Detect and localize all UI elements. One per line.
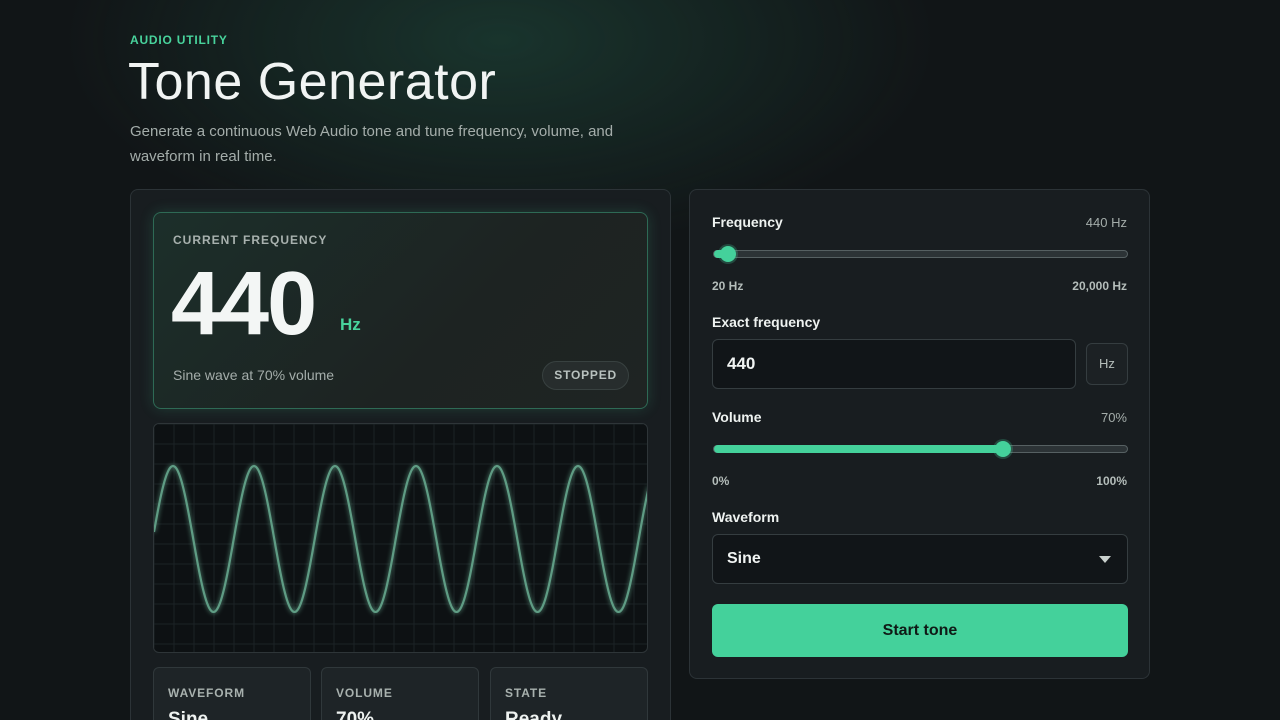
display-panel: CURRENT FREQUENCY 440 Hz Sine wave at 70… (130, 189, 671, 720)
page-eyebrow: AUDIO UTILITY (130, 33, 228, 47)
volume-slider-thumb[interactable] (995, 441, 1012, 457)
exact-frequency-unit: Hz (1086, 343, 1128, 385)
status-badge: STOPPED (542, 361, 629, 390)
volume-min-label: 0% (712, 474, 730, 488)
exact-frequency-input[interactable] (712, 339, 1076, 389)
page-subtitle: Generate a continuous Web Audio tone and… (130, 123, 614, 165)
volume-slider[interactable] (713, 441, 1128, 457)
frequency-slider[interactable] (713, 246, 1128, 262)
frequency-card: CURRENT FREQUENCY 440 Hz Sine wave at 70… (153, 212, 648, 409)
frequency-card-label: CURRENT FREQUENCY (173, 233, 328, 247)
stat-card-volume: VOLUME 70% (321, 667, 479, 720)
oscilloscope-grid (154, 424, 647, 652)
stat-label: STATE (505, 686, 548, 700)
start-tone-button[interactable]: Start tone (712, 604, 1128, 657)
page-title: Tone Generator (128, 53, 497, 111)
volume-max-label: 100% (1096, 474, 1127, 488)
waveform-select-value: Sine (727, 550, 761, 567)
stat-label: WAVEFORM (168, 686, 245, 700)
stat-value: Sine (168, 709, 209, 720)
stat-card-waveform: WAVEFORM Sine (153, 667, 311, 720)
stat-value: 70% (336, 709, 375, 720)
controls-panel: Frequency 440 Hz 20 Hz 20,000 Hz Exact f… (689, 189, 1150, 679)
frequency-min-label: 20 Hz (712, 279, 744, 293)
volume-readout: 70% (1100, 410, 1127, 425)
waveform-select[interactable]: Sine (712, 534, 1128, 584)
waveform-label: Waveform (712, 509, 780, 525)
oscilloscope-graph (154, 424, 647, 652)
exact-frequency-label: Exact frequency (712, 314, 821, 330)
frequency-unit: Hz (340, 315, 361, 334)
volume-label: Volume (712, 409, 762, 425)
stat-card-state: STATE Ready (490, 667, 648, 720)
stat-value: Ready (505, 709, 563, 720)
volume-slider-fill (714, 445, 1004, 453)
chevron-down-icon (1099, 556, 1111, 563)
frequency-readout: 440 Hz (1085, 215, 1127, 230)
stat-label: VOLUME (336, 686, 393, 700)
tone-description: Sine wave at 70% volume (173, 367, 335, 383)
frequency-slider-thumb[interactable] (720, 246, 737, 262)
oscilloscope (153, 423, 648, 653)
frequency-label: Frequency (712, 214, 783, 230)
frequency-max-label: 20,000 Hz (1072, 279, 1127, 293)
frequency-value: 440 (171, 254, 317, 354)
